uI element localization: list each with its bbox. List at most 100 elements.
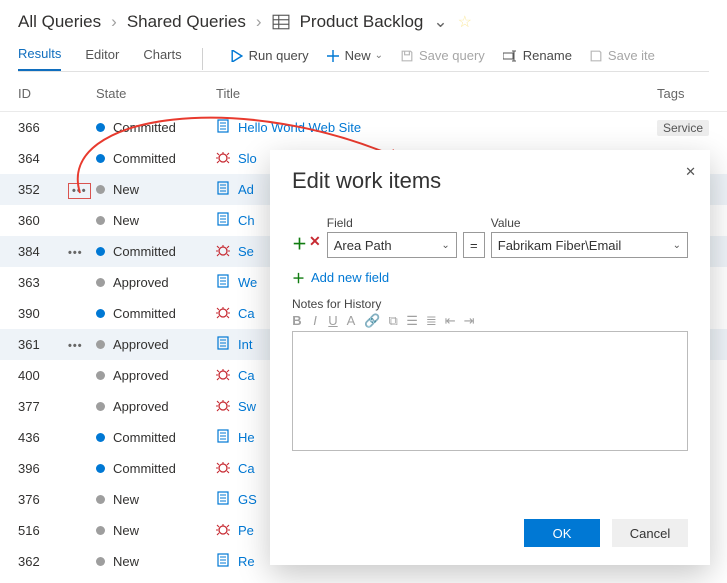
rte-btn-0[interactable]: B [292,313,302,329]
chevron-down-icon: ⌄ [673,240,681,251]
toolbar: Run query New ⌄ Save query Rename Save i… [231,48,655,69]
ellipsis-icon[interactable]: ••• [68,340,83,352]
pbi-icon [216,553,230,570]
favorite-star-icon[interactable]: ☆ [458,12,472,32]
rte-btn-8[interactable]: ⇤ [445,313,456,329]
state-dot-icon [96,309,105,318]
col-title[interactable]: Title [216,86,657,101]
breadcrumb-folder[interactable]: Shared Queries [127,12,246,32]
run-query-button[interactable]: Run query [231,48,309,63]
chevron-right-icon: › [256,12,262,32]
table-row[interactable]: 366 CommittedHello World Web SiteService [0,112,727,143]
ellipsis-icon[interactable]: ••• [68,247,83,259]
operator-dropdown[interactable]: = [463,232,485,258]
value-label: Value [491,216,688,230]
cell-state: New [96,523,216,538]
cell-state: Approved [96,275,216,290]
dialog-title: Edit work items [292,168,688,194]
play-icon [231,50,243,62]
cell-state: New [96,213,216,228]
column-headers: ID State Title Tags [0,76,727,112]
cell-state: New [96,182,216,197]
chevron-down-icon: ⌄ [441,240,449,251]
notes-label: Notes for History [292,297,688,311]
col-state[interactable]: State [96,86,216,101]
edit-work-items-dialog: ✕ Edit work items ＋ ✕ Field Area Path ⌄ … [270,150,710,565]
tab-charts[interactable]: Charts [143,47,181,70]
close-icon[interactable]: ✕ [685,164,696,180]
tab-bar: Results Editor Charts Run query New ⌄ Sa… [18,46,709,72]
cell-id: 366 [18,120,68,135]
save-query-button[interactable]: Save query [401,48,485,63]
col-tags[interactable]: Tags [657,86,727,101]
rename-icon [503,50,517,62]
cell-id: 364 [18,151,68,166]
cell-state: Committed [96,151,216,166]
notes-textarea[interactable] [292,331,688,451]
cell-id: 400 [18,368,68,383]
rte-btn-1[interactable]: I [310,313,320,329]
pbi-icon [216,336,230,353]
cell-id: 390 [18,306,68,321]
rte-btn-9[interactable]: ⇥ [464,313,475,329]
query-grid-icon [272,13,290,31]
cell-id: 361 [18,337,68,352]
chevron-down-icon[interactable]: ⌄ [433,12,447,32]
cell-state: Approved [96,368,216,383]
rte-btn-4[interactable]: 🔗 [364,313,380,329]
row-actions[interactable]: ••• [68,182,96,197]
state-dot-icon [96,278,105,287]
cell-id: 384 [18,244,68,259]
richtext-toolbar: BIUA 🔗 ⧉ ☰ ≣ ⇤ ⇥ [292,313,688,329]
rte-btn-6[interactable]: ☰ [406,313,418,329]
plus-icon: ＋ [292,268,305,287]
add-clause-icon[interactable]: ＋ [292,233,307,254]
plus-icon [327,50,339,62]
rte-btn-7[interactable]: ≣ [426,313,437,329]
cell-state: Committed [96,306,216,321]
ellipsis-icon[interactable]: ••• [68,183,91,199]
separator [202,48,203,70]
cell-id: 436 [18,430,68,445]
save-as-button[interactable]: Save ite [590,48,655,63]
row-actions[interactable]: ••• [68,244,96,259]
state-dot-icon [96,247,105,256]
cell-title[interactable]: Hello World Web Site [216,119,657,136]
field-dropdown[interactable]: Area Path ⌄ [327,232,457,258]
cancel-button[interactable]: Cancel [612,519,688,547]
rte-btn-5[interactable]: ⧉ [388,313,398,329]
state-dot-icon [96,216,105,225]
cell-state: Committed [96,244,216,259]
remove-clause-icon[interactable]: ✕ [309,233,321,254]
new-button[interactable]: New ⌄ [327,48,383,63]
bug-icon [216,522,230,539]
state-dot-icon [96,526,105,535]
col-id[interactable]: ID [18,86,68,101]
rte-btn-3[interactable]: A [346,313,356,329]
ok-button[interactable]: OK [524,519,600,547]
pbi-icon [216,274,230,291]
rte-btn-2[interactable]: U [328,313,338,329]
rename-button[interactable]: Rename [503,48,572,63]
save-as-icon [590,50,602,62]
cell-state: Committed [96,430,216,445]
tab-editor[interactable]: Editor [85,47,119,70]
breadcrumb-query[interactable]: Product Backlog [300,12,424,32]
add-new-field-link[interactable]: ＋ Add new field [292,268,688,287]
chevron-down-icon: ⌄ [375,50,383,61]
breadcrumb-root[interactable]: All Queries [18,12,101,32]
state-dot-icon [96,371,105,380]
cell-id: 360 [18,213,68,228]
cell-id: 396 [18,461,68,476]
bug-icon [216,367,230,384]
cell-state: Committed [96,120,216,135]
cell-state: New [96,554,216,569]
tag-pill[interactable]: Service [657,120,709,136]
tab-results[interactable]: Results [18,46,61,71]
pbi-icon [216,181,230,198]
row-actions[interactable]: ••• [68,337,96,352]
breadcrumb: All Queries › Shared Queries › Product B… [18,12,709,32]
value-dropdown[interactable]: Fabrikam Fiber\Email ⌄ [491,232,688,258]
pbi-icon [216,429,230,446]
bug-icon [216,305,230,322]
